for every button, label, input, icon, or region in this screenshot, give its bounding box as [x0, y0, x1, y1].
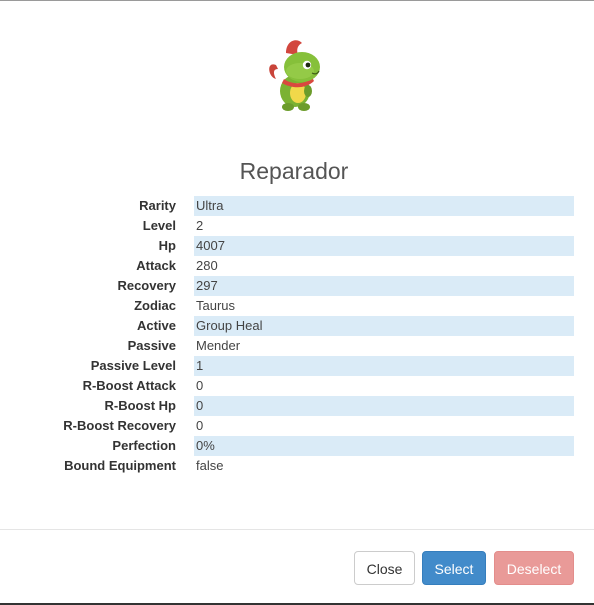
stat-value: 280	[196, 258, 218, 273]
stat-value: 0	[196, 378, 204, 393]
stat-value: Mender	[196, 338, 241, 353]
stat-row: Bound Equipment false	[0, 456, 594, 476]
monster-name-title: Reparador	[239, 158, 349, 184]
stat-value: Taurus	[196, 298, 236, 313]
stat-label: R-Boost Recovery	[63, 418, 176, 433]
stat-value: 0%	[194, 436, 574, 456]
stat-row: Hp 4007	[0, 236, 594, 256]
stat-label: R-Boost Hp	[104, 398, 177, 413]
stat-row: Zodiac Taurus	[0, 296, 594, 316]
stat-label: Zodiac	[134, 298, 176, 313]
stat-label: R-Boost Attack	[82, 378, 176, 393]
stat-row: Attack 280	[0, 256, 594, 276]
monster-details-modal: Reparador Rarity Ultra Level 2 Hp 4007 Attack 2…	[0, 0, 594, 605]
modal-footer: Close Select Deselect	[0, 530, 594, 604]
stat-row: Recovery 297	[0, 276, 594, 296]
stat-label: Bound Equipment	[64, 458, 176, 473]
stat-value: Group Heal	[194, 316, 574, 336]
stat-label: Passive Level	[90, 358, 176, 373]
stat-row: Passive Level 1	[0, 356, 594, 376]
stats-table: Rarity Ultra Level 2 Hp 4007 Attack 280 Recovery…	[0, 196, 594, 476]
stat-label: Perfection	[112, 438, 176, 453]
stat-row: R-Boost Attack 0	[0, 376, 594, 396]
stat-value: 2	[196, 218, 204, 233]
deselect-button[interactable]: Deselect	[494, 551, 574, 585]
stat-row: Active Group Heal	[0, 316, 594, 336]
stat-value: false	[196, 458, 224, 473]
stat-label: Recovery	[117, 278, 176, 293]
stat-row: R-Boost Recovery 0	[0, 416, 594, 436]
modal-body: Reparador Rarity Ultra Level 2 Hp 4007 Attack 2…	[0, 1, 594, 529]
stat-value: 0	[194, 396, 574, 416]
stat-label: Passive	[127, 338, 176, 353]
stat-label: Rarity	[139, 198, 176, 213]
stat-row: Perfection 0%	[0, 436, 594, 456]
stat-label: Hp	[158, 238, 176, 253]
close-button[interactable]: Close	[354, 551, 415, 585]
stat-row: R-Boost Hp 0	[0, 396, 594, 416]
stat-row: Passive Mender	[0, 336, 594, 356]
stat-value: 1	[194, 356, 574, 376]
stat-value: 0	[196, 418, 204, 433]
stat-row: Level 2	[0, 216, 594, 236]
stat-value: Ultra	[194, 196, 574, 216]
stat-label: Level	[142, 218, 176, 233]
stat-value: 4007	[194, 236, 574, 256]
creature-portrait-icon	[262, 35, 328, 113]
stat-row: Rarity Ultra	[0, 196, 594, 216]
stat-label: Active	[136, 318, 176, 333]
select-button[interactable]: Select	[422, 551, 486, 585]
stat-value: 297	[194, 276, 574, 296]
stat-label: Attack	[136, 258, 176, 273]
